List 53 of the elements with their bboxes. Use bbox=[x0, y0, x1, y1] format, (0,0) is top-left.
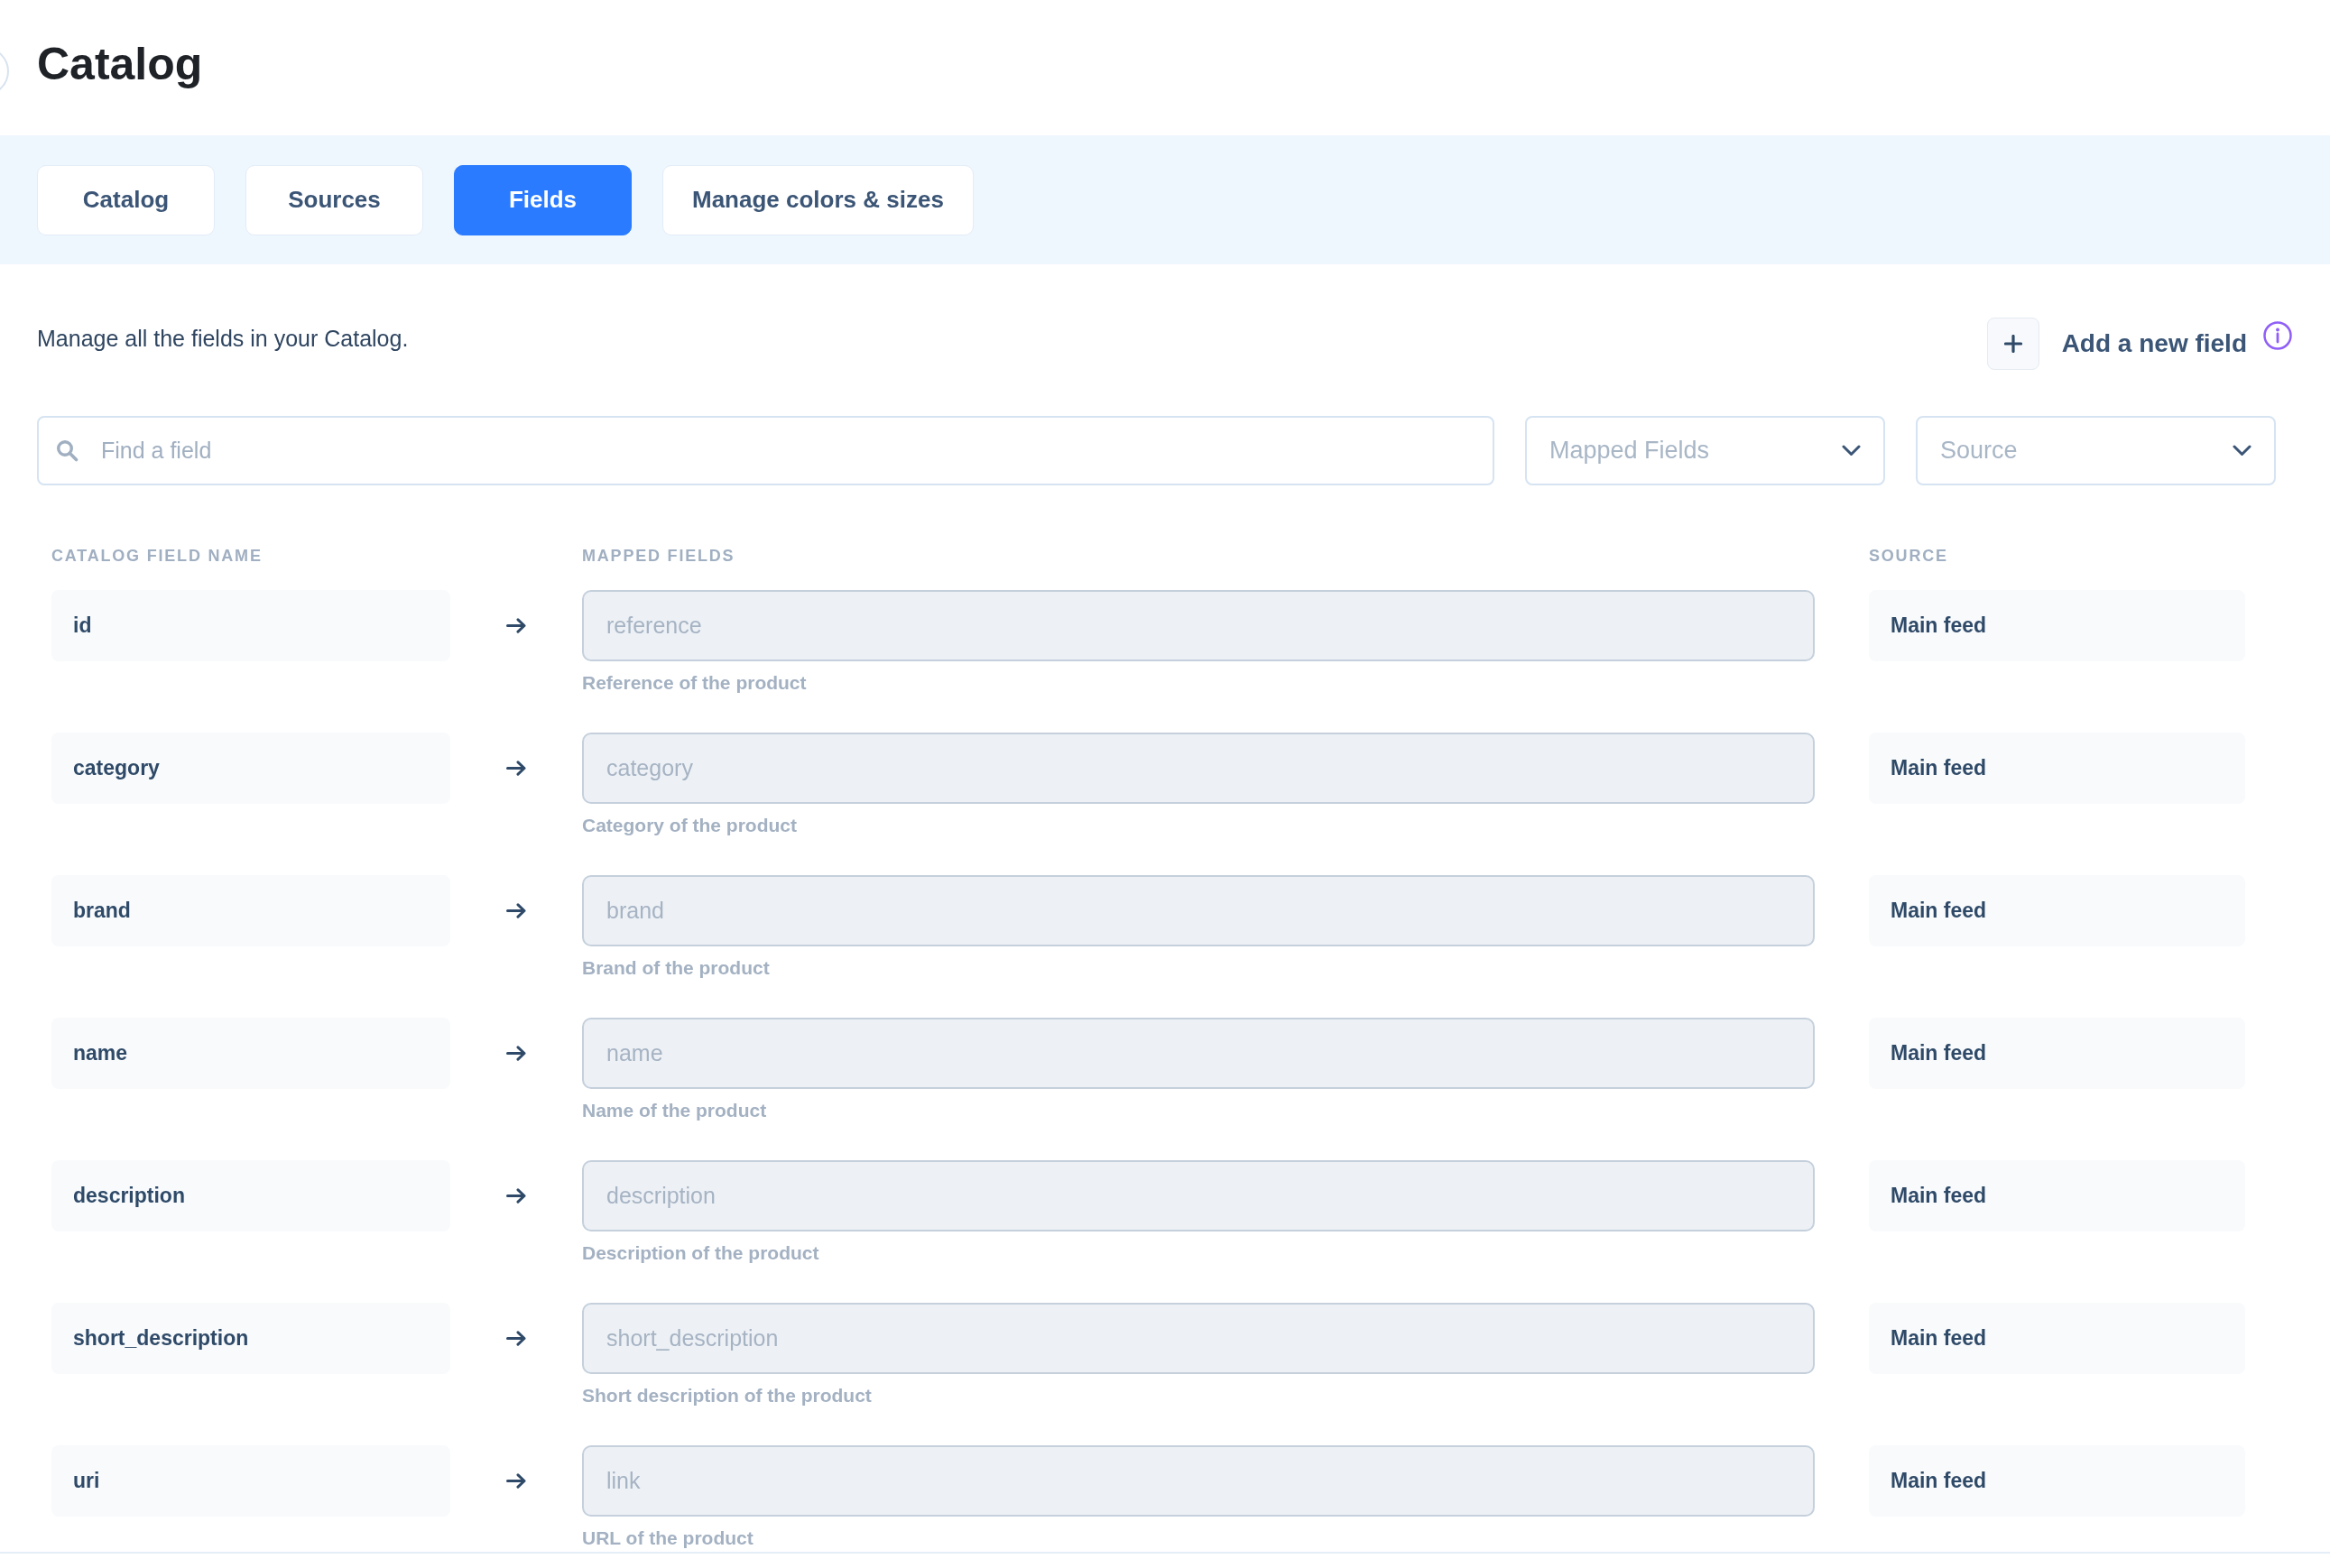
mapped-field-input[interactable]: short_description bbox=[582, 1303, 1815, 1374]
mapped-field-input[interactable]: brand bbox=[582, 875, 1815, 946]
add-field-label[interactable]: Add a new field bbox=[2061, 318, 2247, 370]
tab[interactable]: Fields bbox=[454, 164, 632, 235]
add-button[interactable] bbox=[1986, 318, 2039, 370]
source-cell: Main feed bbox=[1869, 1160, 2245, 1231]
plus-icon bbox=[2003, 335, 2022, 353]
source-cell: Main feed bbox=[1869, 1303, 2245, 1374]
mapped-field-input[interactable]: reference bbox=[582, 590, 1815, 661]
mapped-field-input[interactable]: description bbox=[582, 1160, 1815, 1231]
field-name-cell: description bbox=[51, 1160, 450, 1231]
field-description: Category of the product bbox=[582, 815, 797, 836]
field-description: URL of the product bbox=[582, 1527, 754, 1549]
column-header: SOURCE bbox=[1869, 547, 1948, 565]
tab[interactable]: Sources bbox=[245, 164, 423, 235]
field-description: Reference of the product bbox=[582, 672, 807, 694]
field-description: Short description of the product bbox=[582, 1385, 872, 1407]
field-name-cell: short_description bbox=[51, 1303, 450, 1374]
arrow-right-icon bbox=[506, 903, 526, 918]
search-field[interactable]: Find a field bbox=[37, 416, 1494, 485]
field-description: Description of the product bbox=[582, 1242, 819, 1264]
tab[interactable]: Catalog bbox=[37, 164, 215, 235]
circle-outline-icon bbox=[0, 51, 9, 91]
chevron-down-icon bbox=[1842, 445, 1861, 457]
chevron-down-icon bbox=[2233, 445, 2251, 457]
field-name-cell: category bbox=[51, 733, 450, 804]
search-icon bbox=[56, 439, 79, 462]
arrow-right-icon bbox=[506, 618, 526, 633]
field-name-cell: id bbox=[51, 590, 450, 661]
source-cell: Main feed bbox=[1869, 733, 2245, 804]
field-name-cell: uri bbox=[51, 1445, 450, 1517]
arrow-right-icon bbox=[506, 761, 526, 776]
mapped-field-input[interactable]: category bbox=[582, 733, 1815, 804]
arrow-right-icon bbox=[506, 1473, 526, 1489]
source-cell: Main feed bbox=[1869, 1445, 2245, 1517]
field-name-cell: name bbox=[51, 1018, 450, 1089]
arrow-right-icon bbox=[506, 1331, 526, 1346]
field-description: Name of the product bbox=[582, 1100, 767, 1121]
field-description: Brand of the product bbox=[582, 957, 770, 979]
info-icon[interactable] bbox=[2263, 321, 2292, 350]
field-name-cell: brand bbox=[51, 875, 450, 946]
source-cell: Main feed bbox=[1869, 590, 2245, 661]
column-header: CATALOG FIELD NAME bbox=[51, 547, 263, 565]
intro-text: Manage all the fields in your Catalog. bbox=[37, 325, 409, 352]
page-title: Catalog bbox=[37, 38, 203, 90]
mapped-field-input[interactable]: link bbox=[582, 1445, 1815, 1517]
column-header: MAPPED FIELDS bbox=[582, 547, 735, 565]
source-cell: Main feed bbox=[1869, 875, 2245, 946]
arrow-right-icon bbox=[506, 1188, 526, 1204]
source-cell: Main feed bbox=[1869, 1018, 2245, 1089]
tab[interactable]: Manage colors & sizes bbox=[662, 164, 974, 235]
arrow-right-icon bbox=[506, 1046, 526, 1061]
mapped-field-input[interactable]: name bbox=[582, 1018, 1815, 1089]
